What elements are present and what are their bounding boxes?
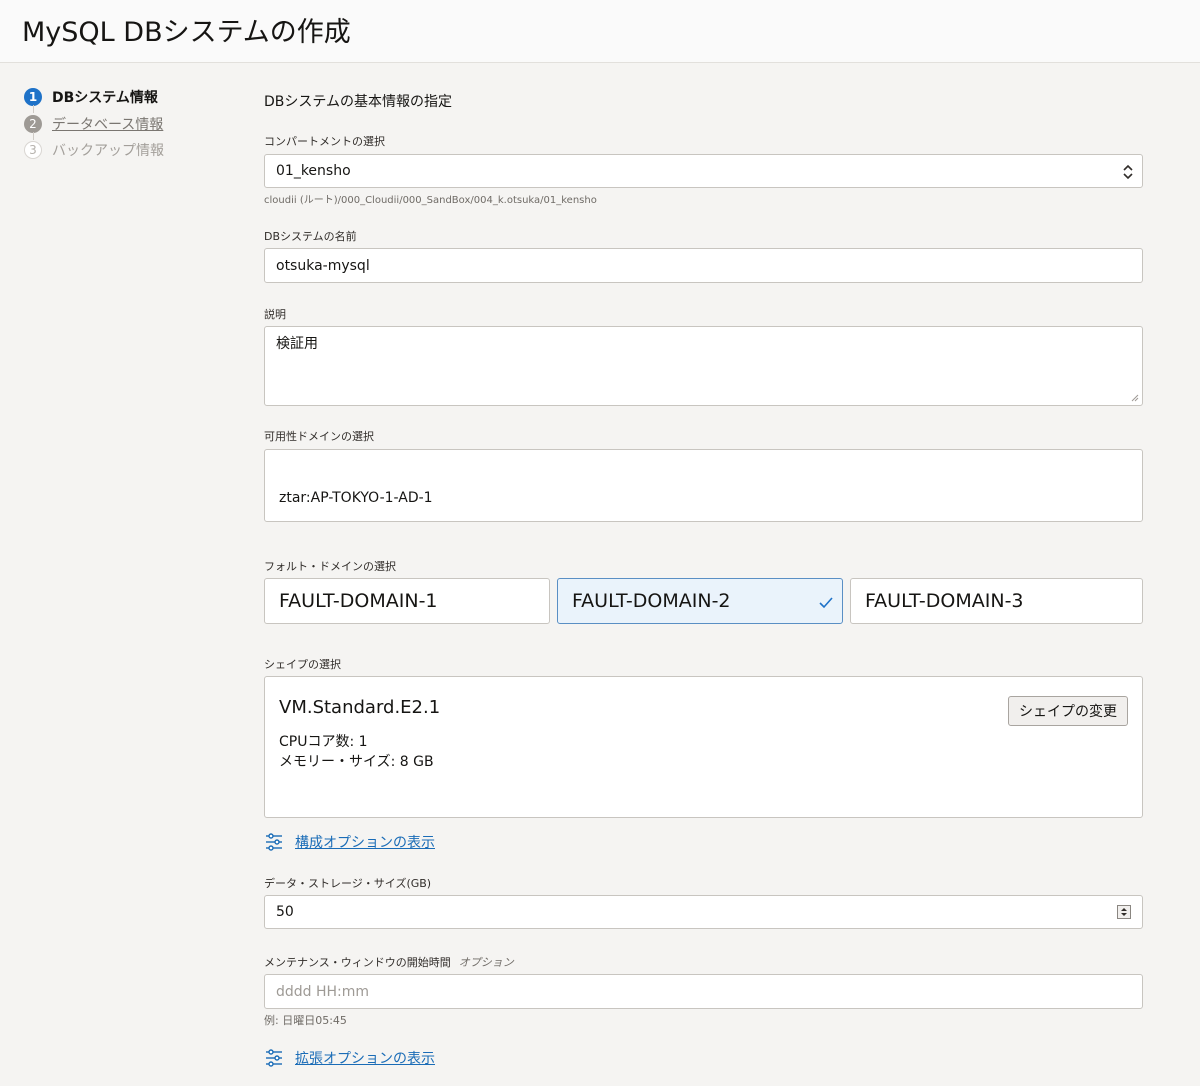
page-title: MySQL DBシステムの作成	[22, 17, 351, 48]
step-label-db-system-info: DBシステム情報	[52, 90, 158, 107]
step-number-3: 3	[24, 141, 42, 160]
optional-tag: オプション	[458, 956, 514, 969]
checkmark-icon	[819, 597, 833, 609]
compartment-select[interactable]: 01_kensho	[264, 154, 1143, 188]
step-label-backup-info: バックアップ情報	[52, 143, 164, 160]
resize-grip-icon[interactable]	[1131, 394, 1139, 402]
db-system-name-input[interactable]: otsuka-mysql	[264, 248, 1143, 283]
spinner-icon[interactable]	[1117, 905, 1131, 919]
shape-label: シェイプの選択	[264, 658, 341, 671]
shape-cpu: CPUコア数: 1	[279, 734, 368, 750]
maintenance-window-example: 例: 日曜日05:45	[264, 1014, 347, 1027]
availability-domain-card[interactable]: ztar:AP-TOKYO-1-AD-1	[264, 449, 1143, 522]
show-config-options-text[interactable]: 構成オプションの表示	[295, 832, 435, 852]
shape-memory: メモリー・サイズ: 8 GB	[279, 754, 434, 770]
step-backup-info: 3 バックアップ情報	[24, 137, 234, 164]
fault-domain-1-option[interactable]: FAULT-DOMAIN-1	[264, 578, 550, 624]
sliders-icon	[266, 833, 282, 851]
step-label-database-info[interactable]: データベース情報	[52, 114, 163, 134]
show-advanced-options-link[interactable]: 拡張オプションの表示	[264, 1048, 435, 1068]
maintenance-window-placeholder: dddd HH:mm	[276, 984, 370, 1000]
db-system-name-value: otsuka-mysql	[276, 258, 370, 274]
fault-domain-3-label: FAULT-DOMAIN-3	[865, 590, 1024, 612]
step-db-system-info[interactable]: 1 DBシステム情報	[24, 84, 234, 113]
availability-domain-value: ztar:AP-TOKYO-1-AD-1	[279, 490, 433, 506]
compartment-path: cloudii (ルート)/000_Cloudii/000_SandBox/00…	[264, 195, 597, 206]
step-number-2: 2	[24, 114, 42, 133]
show-config-options-link[interactable]: 構成オプションの表示	[264, 832, 435, 852]
fault-domain-3-option[interactable]: FAULT-DOMAIN-3	[850, 578, 1143, 624]
sliders-icon	[266, 1049, 282, 1067]
fault-domain-1-label: FAULT-DOMAIN-1	[279, 590, 438, 612]
page-header: MySQL DBシステムの作成	[0, 0, 1200, 63]
maintenance-window-input[interactable]: dddd HH:mm	[264, 974, 1143, 1009]
shape-card: VM.Standard.E2.1 CPUコア数: 1 メモリー・サイズ: 8 G…	[264, 676, 1143, 818]
fault-domain-2-label: FAULT-DOMAIN-2	[572, 590, 731, 612]
compartment-label: コンパートメントの選択	[264, 135, 385, 148]
description-label: 説明	[264, 308, 286, 321]
shape-name: VM.Standard.E2.1	[279, 697, 441, 718]
storage-size-input[interactable]: 50	[264, 895, 1143, 929]
wizard-steps: 1 DBシステム情報 2 データベース情報 3 バックアップ情報	[24, 84, 234, 164]
availability-domain-label: 可用性ドメインの選択	[264, 430, 374, 443]
section-title: DBシステムの基本情報の指定	[264, 94, 452, 110]
step-database-info[interactable]: 2 データベース情報	[24, 111, 234, 140]
fault-domain-2-option[interactable]: FAULT-DOMAIN-2	[557, 578, 843, 624]
compartment-value: 01_kensho	[276, 163, 351, 179]
maintenance-window-label-text: メンテナンス・ウィンドウの開始時間	[264, 956, 451, 969]
change-shape-button[interactable]: シェイプの変更	[1008, 696, 1128, 726]
description-textarea[interactable]: 検証用	[264, 326, 1143, 406]
select-arrows-icon	[1123, 164, 1133, 180]
storage-size-label: データ・ストレージ・サイズ(GB)	[264, 877, 432, 890]
fault-domain-label: フォルト・ドメインの選択	[264, 560, 396, 573]
show-advanced-options-text[interactable]: 拡張オプションの表示	[295, 1048, 435, 1068]
description-value: 検証用	[276, 336, 318, 352]
storage-size-value: 50	[276, 904, 294, 920]
step-number-1: 1	[24, 88, 42, 107]
maintenance-window-label: メンテナンス・ウィンドウの開始時間 オプション	[264, 954, 514, 970]
db-system-name-label: DBシステムの名前	[264, 230, 357, 243]
